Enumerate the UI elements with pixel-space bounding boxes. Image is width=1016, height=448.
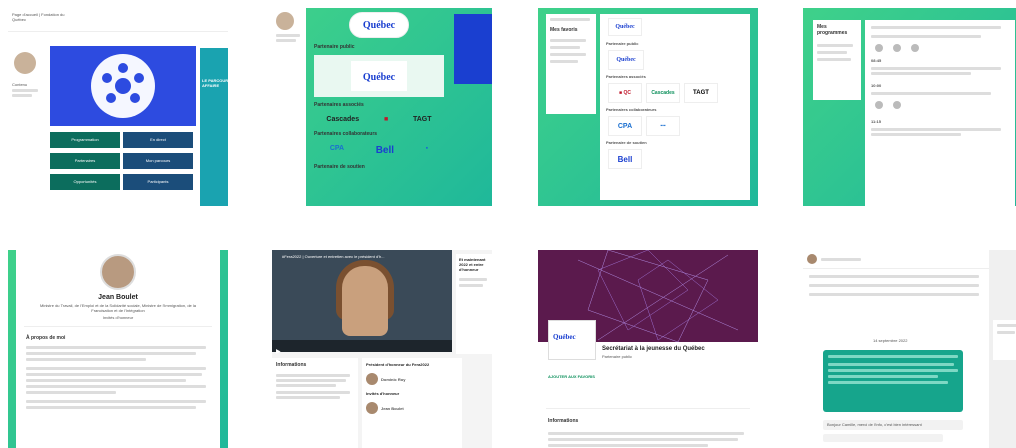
side-panel: Et maintenant 2022 et entre d'honneur <box>456 254 492 354</box>
thumbnail-home[interactable]: Page d'accueil | Fondation du Québec Con… <box>8 8 228 206</box>
right-banner <box>454 14 492 84</box>
add-favorite-button[interactable]: AJOUTER AUX FAVORIS <box>548 374 595 379</box>
hero-banner <box>50 46 196 126</box>
schedule-list: 08:45 10:00 11:15 <box>865 20 1015 206</box>
grid-button[interactable]: Participants <box>123 174 193 190</box>
section-title: Partenaires associés <box>314 102 364 108</box>
grid-button[interactable]: Mon parcours <box>123 153 193 169</box>
profile-role: Ministre du Travail, de l'Emploi et de l… <box>39 303 197 313</box>
info-title: Informations <box>548 418 579 424</box>
organization-subtitle: Partenaire public <box>602 354 633 359</box>
thumbnail-profile[interactable]: Jean Boulet Ministre du Travail, de l'Em… <box>8 250 228 448</box>
organization-logo: Québec <box>548 320 596 360</box>
profile-guest: Invités d'honneur <box>102 315 134 320</box>
section-title: Partenaire public <box>606 41 639 46</box>
left-label: Contenu <box>12 82 28 87</box>
info-panel: Informations <box>272 358 358 448</box>
grid-button[interactable]: Programmation <box>50 132 120 148</box>
schedule-panel: Mes programmes <box>813 20 861 100</box>
logo-row: CPA Bell ▪ <box>308 139 450 162</box>
section-title: Partenaire de soutien <box>606 140 647 145</box>
president-panel: Président d'honneur du Fera2022 Dominic … <box>362 358 462 448</box>
panel-title: Mes favoris <box>550 27 578 33</box>
logo-row: ■ QC Cascades TAGT <box>600 80 750 106</box>
partners-list: Québec Partenaire public Québec Partenai… <box>600 14 750 200</box>
about-title: À propos de moi <box>26 335 66 341</box>
chat-message <box>823 350 963 412</box>
partner-logo[interactable]: Québec <box>314 55 444 97</box>
section-title: Partenaires collaborateurs <box>606 107 657 112</box>
profile-card: Jean Boulet Ministre du Travail, de l'Em… <box>16 250 220 448</box>
chat-window: 14 septembre 2022 Bonjour Camille, merci… <box>803 250 989 448</box>
right-banner: LE PARCOURS AFFAIRE <box>200 48 228 206</box>
chat-reply: Bonjour Camille, merci de l'info, c'est … <box>827 422 922 427</box>
partner-logo[interactable]: Cascades <box>326 116 359 123</box>
play-icon[interactable]: ▶ <box>272 349 281 355</box>
side-title: Et maintenant 2022 et entre d'honneur <box>459 257 486 272</box>
video-player[interactable]: #Fera2022 | Ouverture et entretien avec … <box>272 250 452 355</box>
logo-row: CPA ▪▪▪ <box>600 113 750 139</box>
time-slot: 08:45 <box>871 58 882 63</box>
guest-name: Jean Boulet <box>381 405 404 411</box>
partner-logo[interactable]: TAGT <box>413 116 432 123</box>
thumbnail-partners[interactable]: Québec Partenaire public Québec Partenai… <box>272 8 492 206</box>
info-title: Informations <box>276 362 307 368</box>
section-title: Partenaires collaborateurs <box>314 131 378 137</box>
thumbnail-organization[interactable]: Québec Secrétariat à la jeunesse du Québ… <box>538 250 758 448</box>
grid-button[interactable]: En direct <box>123 132 193 148</box>
tile-grid: Programmation En direct Partenaires Mon … <box>50 132 196 195</box>
logo-row: Cascades ■ TAGT <box>308 110 450 129</box>
partner-logo[interactable]: Québec <box>608 18 642 36</box>
right-banner-text: LE PARCOURS AFFAIRE <box>202 78 228 88</box>
avatar <box>14 52 36 74</box>
site-title: Page d'accueil | Fondation du Québec <box>12 12 65 22</box>
video-title: #Fera2022 | Ouverture et entretien avec … <box>282 254 385 259</box>
time-slot: 10:00 <box>871 83 882 88</box>
section-title: Partenaire de soutien <box>314 164 365 170</box>
time-slot: 11:15 <box>871 119 882 124</box>
thumbnail-favorites[interactable]: Mes favoris Québec Partenaire public Qué… <box>538 8 758 206</box>
avatar <box>100 254 136 290</box>
top-navigation: Page d'accueil | Fondation du Québec <box>8 8 228 32</box>
side-panel <box>993 320 1016 360</box>
hero-graphic <box>91 54 155 118</box>
guests-title: Invités d'honneur <box>366 391 400 396</box>
partner-logo[interactable]: Bell <box>376 145 394 156</box>
panel-title: Mes programmes <box>817 24 848 36</box>
partners-card: Québec Partenaire public Québec Partenai… <box>308 8 450 206</box>
grid-button[interactable]: Partenaires <box>50 153 120 169</box>
section-title: Partenaire public <box>314 44 355 50</box>
chat-date: 14 septembre 2022 <box>873 338 908 343</box>
side-panel <box>272 8 306 206</box>
partner-logo[interactable]: CPA <box>330 145 344 156</box>
thumbnail-schedule[interactable]: Mes programmes 08:45 10:00 11:15 <box>803 8 1016 206</box>
president-name: Dominic Roy <box>381 376 406 382</box>
president-title: Président d'honneur du Fera2022 <box>366 362 430 367</box>
thumbnail-chat[interactable]: 14 septembre 2022 Bonjour Camille, merci… <box>803 250 1016 448</box>
organization-title: Secrétariat à la jeunesse du Québec <box>602 346 705 352</box>
profile-name: Jean Boulet <box>98 294 138 301</box>
video-controls[interactable]: ▶ <box>272 340 452 355</box>
partner-logo[interactable]: ▪ <box>426 145 428 156</box>
partner-logo[interactable]: Québec <box>608 50 644 70</box>
partner-logo[interactable]: Québec <box>349 12 409 38</box>
left-panel: Contenu <box>8 44 42 206</box>
grid-button[interactable]: Opportunités <box>50 174 120 190</box>
thumbnail-video[interactable]: #Fera2022 | Ouverture et entretien avec … <box>272 250 492 448</box>
favorites-panel: Mes favoris <box>546 14 596 114</box>
partner-logo[interactable]: ■ <box>384 116 388 123</box>
section-title: Partenaires associés <box>606 74 646 79</box>
